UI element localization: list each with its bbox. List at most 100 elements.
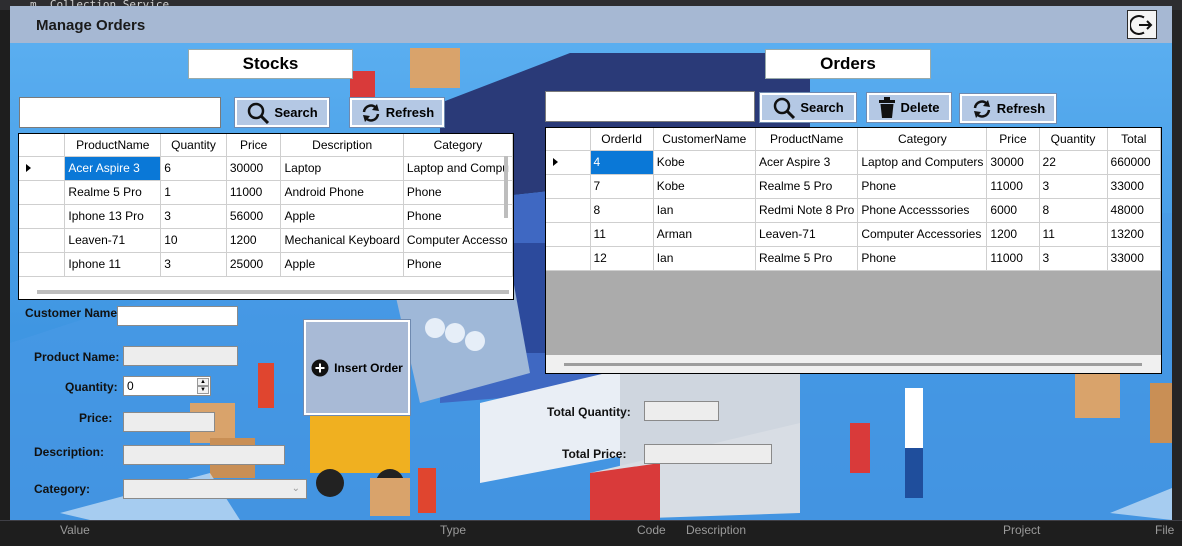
stocks-row[interactable]: Acer Aspire 3 6 30000 Laptop Laptop and … [19, 156, 513, 181]
cell[interactable]: Redmi Note 8 Pro [755, 198, 859, 223]
cell[interactable]: Apple [280, 204, 404, 229]
cell[interactable]: Mechanical Keyboard [280, 228, 404, 253]
orders-col-customername[interactable]: CustomerName [653, 128, 756, 151]
cell[interactable]: Phone [403, 204, 513, 229]
cell[interactable]: Kobe [653, 174, 756, 199]
cell[interactable]: 33000 [1107, 174, 1161, 199]
quantity-stepper[interactable]: 0 ▲ ▼ [123, 376, 211, 396]
cell[interactable]: 8 [590, 198, 654, 223]
cell[interactable]: Iphone 13 Pro [64, 204, 162, 229]
cell[interactable]: Realme 5 Pro [755, 174, 859, 199]
cell[interactable]: Laptop [280, 156, 404, 181]
stocks-vertical-scrollbar[interactable] [504, 156, 508, 218]
exit-button[interactable] [1127, 10, 1157, 39]
cell[interactable]: 48000 [1107, 198, 1161, 223]
cell[interactable]: Phone [403, 252, 513, 277]
stocks-col-description[interactable]: Description [280, 134, 404, 157]
orders-row[interactable]: 8 Ian Redmi Note 8 Pro Phone Accesssorie… [546, 198, 1161, 223]
cell[interactable]: Ian [653, 246, 756, 271]
cell[interactable]: 3 [160, 252, 227, 277]
row-selector[interactable] [546, 198, 591, 223]
cell[interactable]: Acer Aspire 3 [755, 150, 859, 175]
orders-col-productname[interactable]: ProductName [755, 128, 859, 151]
cell[interactable]: 7 [590, 174, 654, 199]
cell[interactable]: 3 [160, 204, 227, 229]
cell[interactable]: Phone [857, 246, 988, 271]
stocks-row[interactable]: Realme 5 Pro 1 11000 Android Phone Phone [19, 180, 513, 205]
orders-col-quantity[interactable]: Quantity [1039, 128, 1108, 151]
product-name-field[interactable] [123, 346, 238, 366]
stocks-refresh-button[interactable]: Refresh [349, 97, 445, 128]
row-selector[interactable] [546, 246, 591, 271]
cell[interactable]: Kobe [653, 150, 756, 175]
orders-col-price[interactable]: Price [986, 128, 1040, 151]
row-selector[interactable] [19, 252, 66, 277]
cell[interactable]: 25000 [226, 252, 282, 277]
cell[interactable]: 4 [590, 150, 654, 175]
orders-row[interactable]: 11 Arman Leaven-71 Computer Accessories … [546, 222, 1161, 247]
orders-delete-button[interactable]: Delete [866, 92, 952, 123]
cell[interactable]: 11 [590, 222, 654, 247]
description-field[interactable] [123, 445, 285, 465]
cell[interactable]: Phone [857, 174, 988, 199]
orders-col-category[interactable]: Category [857, 128, 988, 151]
quantity-up-arrow-icon[interactable]: ▲ [197, 378, 209, 386]
customer-name-field[interactable] [117, 306, 238, 326]
insert-order-button[interactable]: Insert Order [303, 319, 411, 416]
row-selector[interactable] [546, 222, 591, 247]
cell[interactable]: 12 [590, 246, 654, 271]
cell[interactable]: 22 [1039, 150, 1108, 175]
cell[interactable]: Phone Accesssories [857, 198, 988, 223]
orders-row[interactable]: 7 Kobe Realme 5 Pro Phone 11000 3 33000 [546, 174, 1161, 199]
orders-col-orderid[interactable]: OrderId [590, 128, 654, 151]
cell[interactable]: Leaven-71 [755, 222, 859, 247]
quantity-down-arrow-icon[interactable]: ▼ [197, 386, 209, 394]
cell[interactable]: Apple [280, 252, 404, 277]
orders-col-total[interactable]: Total [1107, 128, 1161, 151]
cell[interactable]: 1200 [226, 228, 282, 253]
orders-grid[interactable]: OrderId CustomerName ProductName Categor… [545, 127, 1162, 374]
stocks-col-price[interactable]: Price [226, 134, 282, 157]
stocks-search-input[interactable] [19, 97, 221, 128]
orders-search-button[interactable]: Search [759, 92, 857, 123]
cell[interactable]: Arman [653, 222, 756, 247]
cell[interactable]: Phone [403, 180, 513, 205]
cell[interactable]: 8 [1039, 198, 1108, 223]
cell[interactable]: 11 [1039, 222, 1108, 247]
cell[interactable]: 11000 [986, 246, 1040, 271]
cell[interactable]: Android Phone [280, 180, 404, 205]
row-selector[interactable] [19, 228, 66, 253]
cell[interactable]: Laptop and Compu [403, 156, 513, 181]
cell[interactable]: Computer Accessories [857, 222, 988, 247]
stocks-row[interactable]: Iphone 11 3 25000 Apple Phone [19, 252, 513, 277]
cell[interactable]: 30000 [986, 150, 1040, 175]
cell[interactable]: 6000 [986, 198, 1040, 223]
row-selector[interactable] [546, 150, 591, 175]
cell[interactable]: 660000 [1107, 150, 1161, 175]
stocks-horizontal-scrollbar[interactable] [37, 290, 509, 294]
cell[interactable]: Realme 5 Pro [755, 246, 859, 271]
cell[interactable]: Iphone 11 [64, 252, 162, 277]
orders-horizontal-scrollbar[interactable] [564, 363, 1142, 366]
cell[interactable]: 1 [160, 180, 227, 205]
cell[interactable]: 13200 [1107, 222, 1161, 247]
cell[interactable]: 11000 [226, 180, 282, 205]
stocks-col-category[interactable]: Category [403, 134, 513, 157]
orders-search-input[interactable] [545, 91, 755, 122]
row-selector[interactable] [19, 180, 66, 205]
cell[interactable]: Acer Aspire 3 [64, 156, 162, 181]
cell[interactable]: Computer Accesso [403, 228, 513, 253]
cell[interactable]: 1200 [986, 222, 1040, 247]
stocks-row[interactable]: Iphone 13 Pro 3 56000 Apple Phone [19, 204, 513, 229]
cell[interactable]: 3 [1039, 246, 1108, 271]
row-selector[interactable] [19, 204, 66, 229]
cell[interactable]: Realme 5 Pro [64, 180, 162, 205]
stocks-row[interactable]: Leaven-71 10 1200 Mechanical Keyboard Co… [19, 228, 513, 253]
cell[interactable]: Leaven-71 [64, 228, 162, 253]
price-field[interactable] [123, 412, 215, 432]
stocks-search-button[interactable]: Search [234, 97, 330, 128]
stocks-col-quantity[interactable]: Quantity [160, 134, 227, 157]
orders-refresh-button[interactable]: Refresh [959, 93, 1057, 124]
row-selector[interactable] [546, 174, 591, 199]
cell[interactable]: 56000 [226, 204, 282, 229]
